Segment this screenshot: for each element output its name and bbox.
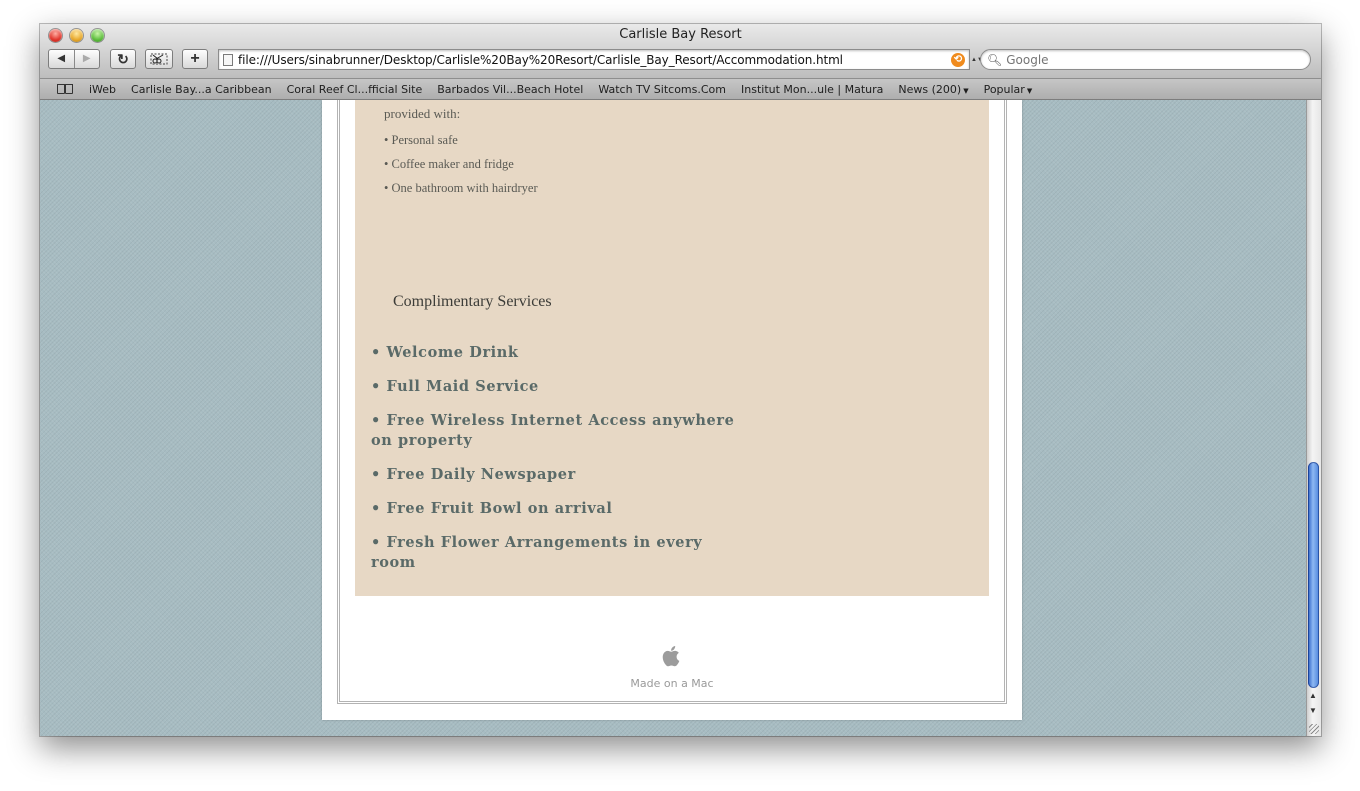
service-item: • Free Daily Newspaper [371,466,576,483]
back-forward-group: ◀ ▶ [48,49,100,69]
bookmark-institut[interactable]: Institut Mon...ule | Matura [741,83,883,96]
service-item: • Full Maid Service [371,378,539,395]
web-content: provided with: • Personal safe • Coffee … [40,100,1306,736]
chevron-down-icon: ▼ [963,86,969,95]
forward-button[interactable]: ▶ [73,50,100,68]
bookmark-watch-tv[interactable]: Watch TV Sitcoms.Com [598,83,726,96]
service-item: • Welcome Drink [371,344,519,361]
scroll-down-arrow-icon[interactable]: ▼ [1309,706,1317,715]
made-on-mac-text: Made on a Mac [630,677,714,690]
amenity-list: • Personal safe • Coffee maker and fridg… [384,132,538,204]
vertical-scrollbar[interactable]: ▲ ▼ [1306,100,1321,736]
amenity-item: • Coffee maker and fridge [384,157,514,171]
back-button[interactable]: ◀ [49,50,74,68]
page-card: provided with: • Personal safe • Coffee … [322,100,1022,720]
bookmark-popular-folder[interactable]: Popular ▼ [984,83,1033,96]
amenity-item: • One bathroom with hairdryer [384,181,538,195]
reload-button[interactable]: ↻ [110,49,136,69]
search-input[interactable] [1006,52,1287,67]
bookmark-iweb[interactable]: iWeb [89,83,116,96]
bookmark-news-label: News (200) [898,82,962,96]
search-icon[interactable]: 🔍︎ [987,53,1002,67]
bookmark-carlisle-bay[interactable]: Carlisle Bay...a Caribbean [131,83,272,96]
scroll-up-arrow-icon[interactable]: ▲ [1309,691,1317,700]
title-bar: Carlisle Bay Resort ◀ ▶ ↻ + file:///User… [40,24,1321,79]
search-bar[interactable]: 🔍︎ [980,49,1311,70]
service-item: • Fresh Flower Arrangements in every roo… [371,534,703,571]
bookmarks-book-icon[interactable] [57,83,75,95]
address-bar[interactable]: file:///Users/sinabrunner/Desktop/Carlis… [218,49,970,70]
bookmark-popular-label: Popular [983,82,1025,96]
bookmark-barbados-villa[interactable]: Barbados Vil...Beach Hotel [437,83,583,96]
page-icon [223,53,233,66]
url-text: file:///Users/sinabrunner/Desktop/Carlis… [238,52,843,67]
service-item: • Free Fruit Bowl on arrival [371,500,613,517]
made-on-mac-badge[interactable]: Made on a Mac [322,642,1022,690]
window-title: Carlisle Bay Resort [619,27,742,42]
add-bookmark-button[interactable]: + [182,49,208,69]
scissors-icon [150,53,168,65]
amenity-intro: provided with: [384,106,461,121]
apple-logo-icon [662,646,680,667]
web-clip-button[interactable] [145,49,173,69]
bookmarks-bar: iWeb Carlisle Bay...a Caribbean Coral Re… [40,79,1321,100]
content-panel: provided with: • Personal safe • Coffee … [355,100,989,596]
services-heading: Complimentary Services [393,293,552,310]
chevron-down-icon: ▼ [1026,86,1033,95]
resize-grip-icon[interactable] [1309,724,1319,734]
bookmark-coral-reef[interactable]: Coral Reef Cl...fficial Site [287,83,423,96]
amenity-item: • Personal safe [384,133,458,147]
services-list: • Welcome Drink • Full Maid Service • Fr… [371,343,751,587]
reload-status-icon[interactable]: ⟲ [951,53,965,67]
service-item: • Free Wireless Internet Access anywhere… [371,412,735,449]
bookmark-news-folder[interactable]: News (200) ▼ [898,83,968,96]
scrollbar-thumb[interactable] [1308,462,1319,688]
browser-window: Carlisle Bay Resort ◀ ▶ ↻ + file:///User… [40,24,1321,736]
